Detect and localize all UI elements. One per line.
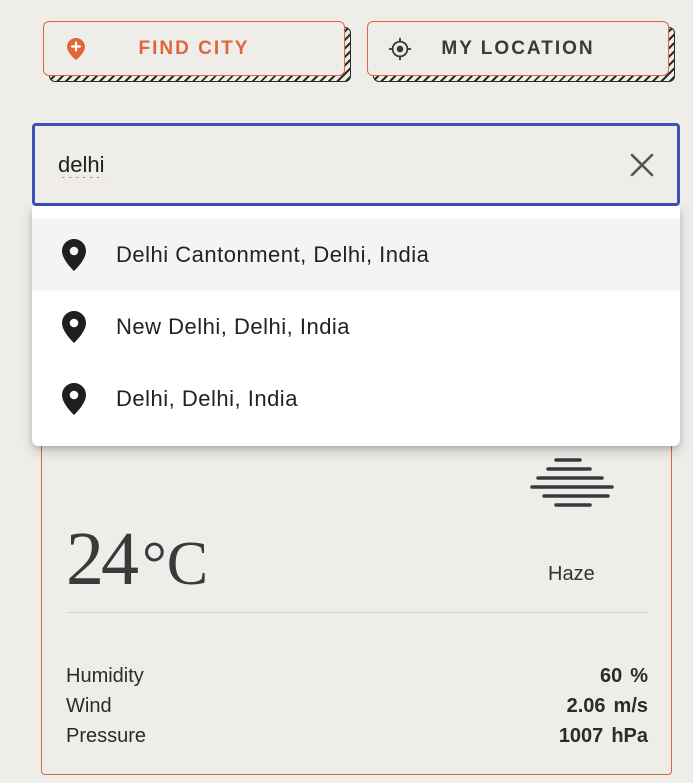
stat-number: 2.06: [566, 695, 606, 717]
stat-unit: hPa: [611, 725, 648, 747]
temperature-readout: 24°C: [66, 516, 208, 603]
find-city-label: FIND CITY: [138, 37, 250, 59]
stat-value: 60%: [600, 665, 648, 688]
stat-wind: Wind 2.06 m/s: [66, 695, 648, 718]
my-location-button[interactable]: MY LOCATION: [367, 21, 669, 76]
stat-unit: %: [630, 665, 648, 687]
stat-number: 1007: [558, 725, 604, 747]
my-location-button-wrap: MY LOCATION: [367, 21, 675, 82]
search-input[interactable]: [56, 150, 616, 179]
close-icon[interactable]: [629, 152, 655, 178]
temperature-unit: °C: [142, 530, 209, 598]
suggestion-label: Delhi, Delhi, India: [116, 386, 298, 411]
stat-value: 2.06 m/s: [567, 695, 648, 718]
stat-humidity: Humidity 60%: [66, 665, 648, 688]
find-city-button-wrap: FIND CITY: [43, 21, 351, 82]
stat-number: 60: [599, 665, 623, 687]
stat-unit: m/s: [613, 695, 648, 717]
crosshair-target-icon: [388, 37, 412, 61]
find-city-button[interactable]: FIND CITY: [43, 21, 345, 76]
stat-value: 1007 hPa: [559, 725, 648, 748]
map-pin-icon: [62, 383, 86, 415]
map-pin-icon: [62, 311, 86, 343]
map-pin-icon: [62, 239, 86, 271]
suggestions-dropdown: Delhi Cantonment, Delhi, India New Delhi…: [32, 206, 680, 446]
suggestion-label: Delhi Cantonment, Delhi, India: [116, 242, 430, 267]
stat-label: Pressure: [66, 725, 147, 747]
haze-icon: [530, 458, 614, 507]
stat-label: Wind: [66, 695, 112, 717]
stat-pressure: Pressure 1007 hPa: [66, 725, 648, 748]
temperature-value: 24: [66, 517, 139, 601]
weather-card: 24°C Haze Humidity 60% Wind 2.06 m/s Pres…: [41, 420, 672, 775]
suggestion-item[interactable]: New Delhi, Delhi, India: [32, 291, 680, 363]
suggestion-item[interactable]: Delhi Cantonment, Delhi, India: [32, 219, 680, 291]
divider: [66, 612, 648, 613]
suggestion-item[interactable]: Delhi, Delhi, India: [32, 363, 680, 435]
my-location-label: MY LOCATION: [441, 37, 595, 59]
location-pin-plus-icon: [64, 37, 88, 61]
stat-label: Humidity: [66, 665, 144, 687]
weather-condition: Haze: [548, 563, 595, 585]
suggestion-label: New Delhi, Delhi, India: [116, 314, 351, 339]
search-field: [32, 123, 680, 206]
